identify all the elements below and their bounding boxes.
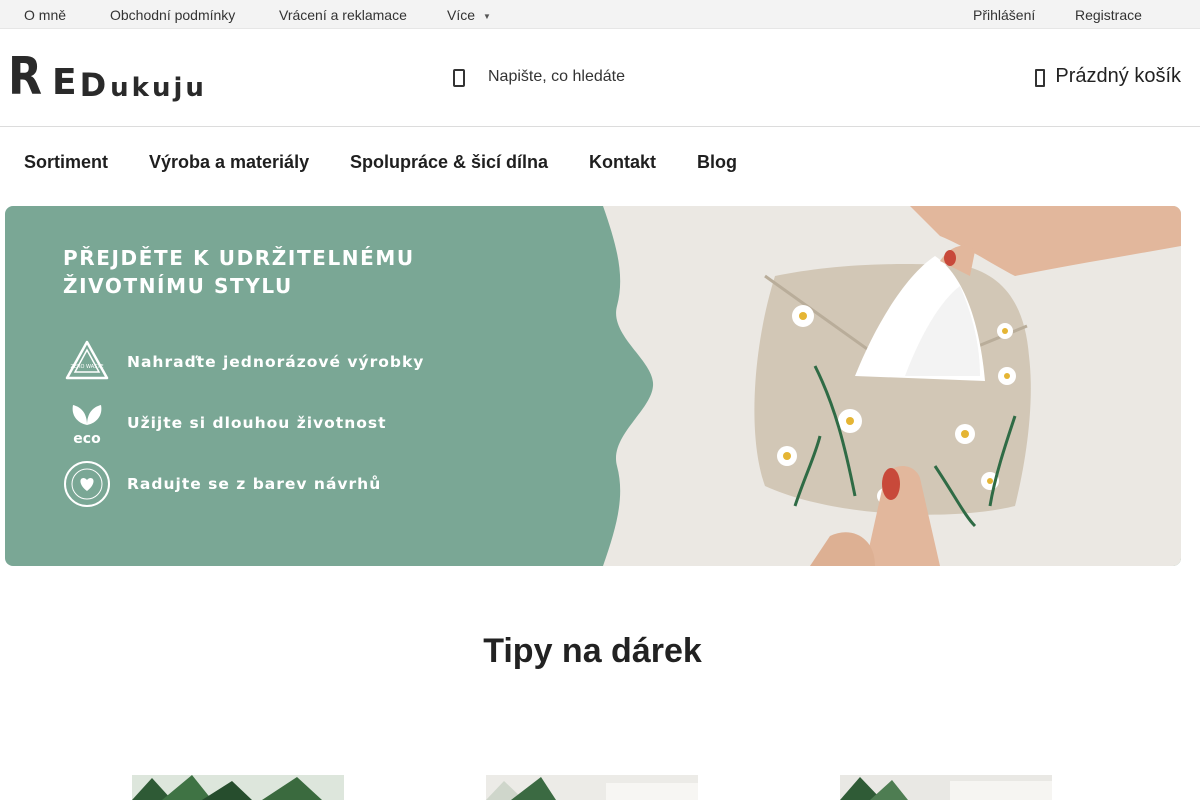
product-image[interactable] — [840, 775, 1052, 800]
banner-benefit: ZERO WASTE Nahraďte jednorázové výrobky — [63, 338, 424, 386]
nav-item-production[interactable]: Výroba a materiály — [149, 152, 309, 173]
banner-benefit: Radujte se z barev návrhů — [63, 460, 381, 508]
search-icon[interactable] — [452, 68, 466, 87]
cart-button[interactable]: Prázdný košík — [1035, 65, 1181, 88]
register-link[interactable]: Registrace — [1075, 7, 1142, 23]
benefit-text: Užijte si dlouhou životnost — [127, 414, 387, 432]
main-navigation: Sortiment Výroba a materiály Spolupráce … — [0, 127, 1200, 195]
handmade-heart-icon — [63, 460, 111, 508]
benefit-text: Radujte se z barev návrhů — [127, 475, 382, 493]
nav-item-sortiment[interactable]: Sortiment — [24, 152, 108, 173]
banner-benefit: eco Užijte si dlouhou životnost — [63, 399, 387, 447]
section-title: Tipy na dárek — [483, 632, 702, 670]
link-terms[interactable]: Obchodní podmínky — [110, 7, 235, 23]
top-utility-bar: O mně Obchodní podmínky Vrácení a reklam… — [0, 0, 1200, 29]
more-menu-label: Více — [447, 7, 476, 23]
site-logo[interactable]: R E D ukuju — [8, 51, 207, 103]
product-image[interactable] — [486, 775, 698, 800]
logo-letter: ukuju — [110, 73, 207, 103]
logo-letter: D — [79, 66, 107, 104]
logo-letter: E — [52, 62, 77, 103]
search-input[interactable]: Napište, co hledáte — [488, 68, 625, 86]
hero-banner[interactable]: PŘEJDĚTE K UDRŽITELNÉMU ŽIVOTNÍMU STYLU … — [5, 206, 1181, 566]
zero-waste-icon-text: ZERO WASTE — [70, 364, 103, 370]
site-header: R E D ukuju Napište, co hledáte Prázdný … — [0, 29, 1200, 127]
cart-label: Prázdný košík — [1055, 65, 1181, 87]
benefit-text: Nahraďte jednorázové výrobky — [127, 353, 425, 371]
login-link[interactable]: Přihlášení — [973, 7, 1035, 23]
link-returns[interactable]: Vrácení a reklamace — [279, 7, 407, 23]
zero-waste-icon: ZERO WASTE — [63, 338, 111, 386]
more-menu[interactable]: Více ▼ — [447, 7, 491, 23]
link-about[interactable]: O mně — [24, 7, 66, 23]
chevron-down-icon: ▼ — [483, 11, 491, 21]
logo-letter: R — [8, 47, 43, 107]
nav-item-cooperation[interactable]: Spolupráce & šicí dílna — [350, 152, 548, 173]
cart-icon — [1035, 68, 1046, 87]
nav-item-blog[interactable]: Blog — [697, 152, 737, 173]
banner-title: PŘEJDĚTE K UDRŽITELNÉMU ŽIVOTNÍMU STYLU — [63, 244, 483, 300]
search-box[interactable]: Napište, co hledáte — [452, 63, 625, 91]
banner-title-line: ŽIVOTNÍMU STYLU — [63, 274, 293, 298]
product-image[interactable] — [132, 775, 344, 800]
eco-leaf-icon: eco — [63, 399, 111, 447]
nav-item-contact[interactable]: Kontakt — [589, 152, 656, 173]
banner-title-line: PŘEJDĚTE K UDRŽITELNÉMU — [63, 246, 415, 270]
eco-icon-text: eco — [73, 431, 101, 447]
